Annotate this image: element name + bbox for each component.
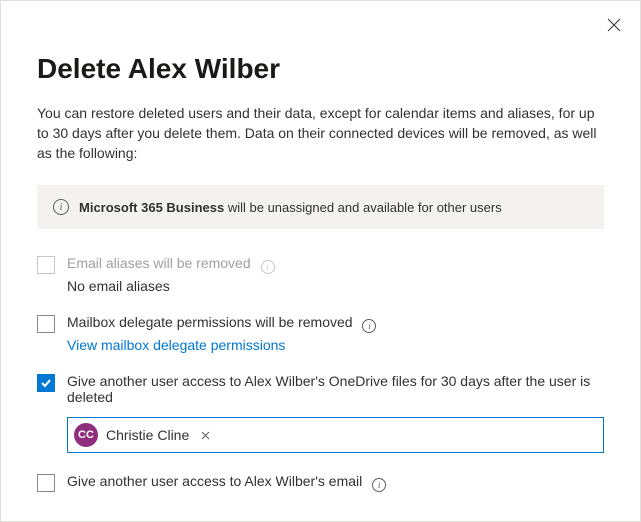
close-button[interactable] — [604, 15, 624, 35]
intro-text: You can restore deleted users and their … — [37, 103, 604, 163]
close-icon — [607, 18, 621, 32]
option-email-aliases: Email aliases will be removed i No email… — [37, 255, 604, 294]
license-suffix: will be unassigned and available for oth… — [224, 200, 502, 215]
label-onedrive: Give another user access to Alex Wilber'… — [67, 373, 590, 405]
checkbox-email-aliases — [37, 256, 55, 274]
label-email-access: Give another user access to Alex Wilber'… — [67, 473, 362, 489]
people-picker-onedrive[interactable]: CC Christie Cline — [67, 417, 604, 453]
label-email-aliases: Email aliases will be removed — [67, 255, 251, 271]
checkbox-onedrive[interactable] — [37, 374, 55, 392]
checkbox-delegate[interactable] — [37, 315, 55, 333]
close-icon — [201, 431, 210, 440]
label-delegate: Mailbox delegate permissions will be rem… — [67, 314, 353, 330]
option-delegate: Mailbox delegate permissions will be rem… — [37, 314, 604, 353]
link-view-delegate[interactable]: View mailbox delegate permissions — [67, 337, 285, 353]
license-text: Microsoft 365 Business will be unassigne… — [79, 200, 502, 215]
info-icon: i — [53, 199, 69, 215]
checkbox-email-access[interactable] — [37, 474, 55, 492]
remove-persona-button[interactable] — [197, 428, 214, 443]
info-icon[interactable]: i — [362, 319, 376, 333]
info-icon[interactable]: i — [261, 260, 275, 274]
option-email-access: Give another user access to Alex Wilber'… — [37, 473, 604, 492]
info-icon[interactable]: i — [372, 478, 386, 492]
checkmark-icon — [40, 377, 52, 389]
sub-email-aliases: No email aliases — [67, 278, 604, 294]
page-title: Delete Alex Wilber — [37, 53, 604, 85]
license-info-box: i Microsoft 365 Business will be unassig… — [37, 185, 604, 229]
persona-name: Christie Cline — [106, 427, 189, 443]
persona-chip: CC Christie Cline — [74, 423, 214, 447]
option-onedrive: Give another user access to Alex Wilber'… — [37, 373, 604, 453]
license-product: Microsoft 365 Business — [79, 200, 224, 215]
avatar: CC — [74, 423, 98, 447]
delete-user-panel: Delete Alex Wilber You can restore delet… — [0, 0, 641, 522]
